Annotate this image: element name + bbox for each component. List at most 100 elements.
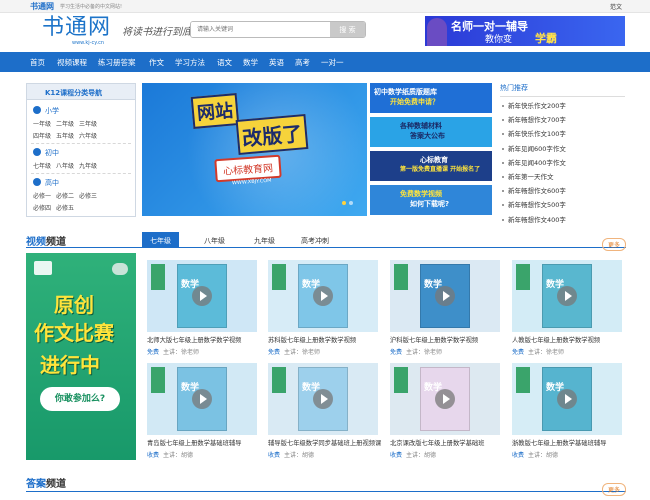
nav-item-chinese[interactable]: 语文: [217, 57, 232, 68]
grade-link[interactable]: 四年级: [33, 133, 51, 140]
promo-subtext: 开始免费申请？: [390, 98, 439, 106]
video-meta: 免费 主讲：徐老师: [390, 347, 442, 356]
video-thumbnail[interactable]: 数学: [390, 363, 500, 435]
video-title[interactable]: 青岛版七年级上册数学基础班辅导: [147, 438, 261, 447]
play-icon[interactable]: [557, 286, 577, 306]
video-card[interactable]: 数学 浙教版七年级上册数学基础班辅导 收费 主讲：胡德: [512, 363, 622, 463]
video-card[interactable]: 数学 北师大版七年级上册数学数学视频 免费 主讲：徐老师: [147, 260, 257, 360]
video-card[interactable]: 数学 沪科版七年级上册数学数学视频 免费 主讲：徐老师: [390, 260, 500, 360]
grade-link[interactable]: 必修三: [79, 193, 97, 200]
grade-link[interactable]: 二年级: [56, 121, 74, 128]
grade-link[interactable]: 必修四: [33, 205, 51, 212]
tab-grade9[interactable]: 九年级: [246, 232, 283, 248]
answers-more-button[interactable]: 更多: [601, 483, 626, 496]
play-icon[interactable]: [435, 389, 455, 409]
nav-item-gaokao[interactable]: 高考: [295, 57, 310, 68]
grade-link[interactable]: 一年级: [33, 121, 51, 128]
tab-gaokao-sprint[interactable]: 高考冲刺: [293, 232, 337, 248]
banner-line1: 网站: [190, 93, 240, 129]
video-thumbnail[interactable]: 数学: [268, 363, 378, 435]
top-right-link[interactable]: 范文: [610, 2, 622, 11]
hot-item[interactable]: 新年畅想作文500字: [500, 198, 625, 212]
header-ad-banner[interactable]: 名师一对一辅导 教你变 学霸: [425, 16, 625, 46]
grade-link[interactable]: 七年级: [33, 163, 51, 170]
video-title[interactable]: 北师大版七年级上册数学数学视频: [147, 335, 261, 344]
hot-recommendations: 热门推荐 新年快乐作文200字 新年畅想作文700字 新年快乐作文100字 新年…: [500, 83, 625, 227]
video-title[interactable]: 北京课改版七年级上册数学基础班: [390, 438, 504, 447]
play-icon[interactable]: [435, 286, 455, 306]
hot-item[interactable]: 新年畅想作文400字: [500, 213, 625, 227]
teacher-label: 主讲：徐老师: [284, 349, 321, 356]
grade-link[interactable]: 三年级: [79, 121, 97, 128]
hot-item[interactable]: 新年快乐作文100字: [500, 127, 625, 141]
video-title[interactable]: 人教版七年级上册数学数学视频: [512, 335, 626, 344]
nav-item-math[interactable]: 数学: [243, 57, 258, 68]
promo-tile-materials[interactable]: 各种数辅材料 答案大公布: [370, 117, 492, 147]
video-more-button[interactable]: 更多: [601, 238, 626, 251]
search-button[interactable]: 搜 索: [330, 22, 365, 37]
teacher-label: 主讲：胡德: [528, 452, 559, 459]
video-card[interactable]: 数学 苏科版七年级上册数学数学视频 免费 主讲：徐老师: [268, 260, 378, 360]
hot-item[interactable]: 新年第一天作文: [500, 170, 625, 184]
video-title[interactable]: 辅导版七年级数学同步基础班上册视频课: [268, 438, 382, 447]
promo-tile-live-class[interactable]: 心标教育 第一版免费直播课 开始报名了: [370, 151, 492, 181]
nav-item-study-methods[interactable]: 学习方法: [175, 57, 205, 68]
video-title[interactable]: 沪科版七年级上册数学数学视频: [390, 335, 504, 344]
k12-section-primary[interactable]: 小学: [33, 106, 59, 116]
video-title[interactable]: 苏科版七年级上册数学数学视频: [268, 335, 382, 344]
video-thumbnail[interactable]: 数学: [268, 260, 378, 332]
video-title[interactable]: 浙教版七年级上册数学基础班辅导: [512, 438, 626, 447]
video-card[interactable]: 数学 北京课改版七年级上册数学基础班 收费 主讲：胡德: [390, 363, 500, 463]
nav-item-workbook-answers[interactable]: 练习册答案: [98, 57, 136, 68]
grade-link[interactable]: 九年级: [79, 163, 97, 170]
hot-item[interactable]: 新年快乐作文200字: [500, 99, 625, 113]
play-icon[interactable]: [192, 389, 212, 409]
hot-item[interactable]: 新年畅想作文600字: [500, 184, 625, 198]
banner-dot-active[interactable]: [342, 201, 346, 205]
teacher-label: 主讲：徐老师: [163, 349, 200, 356]
search-box: 搜 索: [190, 21, 366, 38]
nav-item-essay[interactable]: 作文: [149, 57, 164, 68]
banner-dot[interactable]: [349, 201, 353, 205]
site-logo[interactable]: 书通网 www.kj-cy.cn: [42, 16, 122, 47]
video-thumbnail[interactable]: 数学: [512, 260, 622, 332]
hot-item[interactable]: 新年见闻600字作文: [500, 142, 625, 156]
answers-section-title: 答案频道: [26, 479, 66, 490]
grade-link[interactable]: 五年级: [56, 133, 74, 140]
play-icon[interactable]: [557, 389, 577, 409]
nav-item-video-courses[interactable]: 视频课程: [57, 57, 87, 68]
grade-link[interactable]: 六年级: [79, 133, 97, 140]
hero-banner[interactable]: 网站 改版了 心标教育网 WWW.XBJY.COM: [142, 83, 367, 216]
search-input[interactable]: [191, 22, 331, 37]
nav-item-home[interactable]: 首页: [30, 57, 45, 68]
video-thumbnail[interactable]: 数学: [147, 260, 257, 332]
hot-item[interactable]: 新年见闻400字作文: [500, 156, 625, 170]
essay-contest-banner[interactable]: 原创 作文比赛 进行中 你敢参加么?: [26, 253, 136, 460]
grade-link[interactable]: 必修一: [33, 193, 51, 200]
tab-grade7[interactable]: 七年级: [142, 232, 179, 248]
nav-item-one-on-one[interactable]: 一对一: [321, 57, 344, 68]
price-label: 收费: [147, 452, 160, 459]
grade-link[interactable]: 必修五: [56, 205, 74, 212]
promo-tile-question-bank[interactable]: 初中数学纸质版题库 开始免费申请？: [370, 83, 492, 113]
k12-section-junior[interactable]: 初中: [33, 148, 59, 158]
nav-item-english[interactable]: 英语: [269, 57, 284, 68]
promo-text: 各种数辅材料: [400, 122, 442, 130]
grade-link[interactable]: 必修二: [56, 193, 74, 200]
video-card[interactable]: 数学 人教版七年级上册数学数学视频 免费 主讲：徐老师: [512, 260, 622, 360]
video-thumbnail[interactable]: 数学: [390, 260, 500, 332]
video-meta: 收费 主讲：胡德: [268, 450, 314, 459]
video-thumbnail[interactable]: 数学: [147, 363, 257, 435]
video-card[interactable]: 数学辅导版七年级数学同步基础班上册视频课 收费 主讲：胡德: [268, 363, 381, 463]
k12-section-senior[interactable]: 高中: [33, 178, 59, 188]
play-icon[interactable]: [313, 389, 333, 409]
top-brand-link[interactable]: 书通网: [30, 1, 54, 12]
hot-item[interactable]: 新年畅想作文700字: [500, 113, 625, 127]
tab-grade8[interactable]: 八年级: [196, 232, 233, 248]
promo-tile-free-video[interactable]: 免费数学视频 如何下载呢?: [370, 185, 492, 215]
video-thumbnail[interactable]: 数学: [512, 363, 622, 435]
play-icon[interactable]: [192, 286, 212, 306]
grade-link[interactable]: 八年级: [56, 163, 74, 170]
play-icon[interactable]: [313, 286, 333, 306]
video-card[interactable]: 数学 青岛版七年级上册数学基础班辅导 收费 主讲：胡德: [147, 363, 257, 463]
